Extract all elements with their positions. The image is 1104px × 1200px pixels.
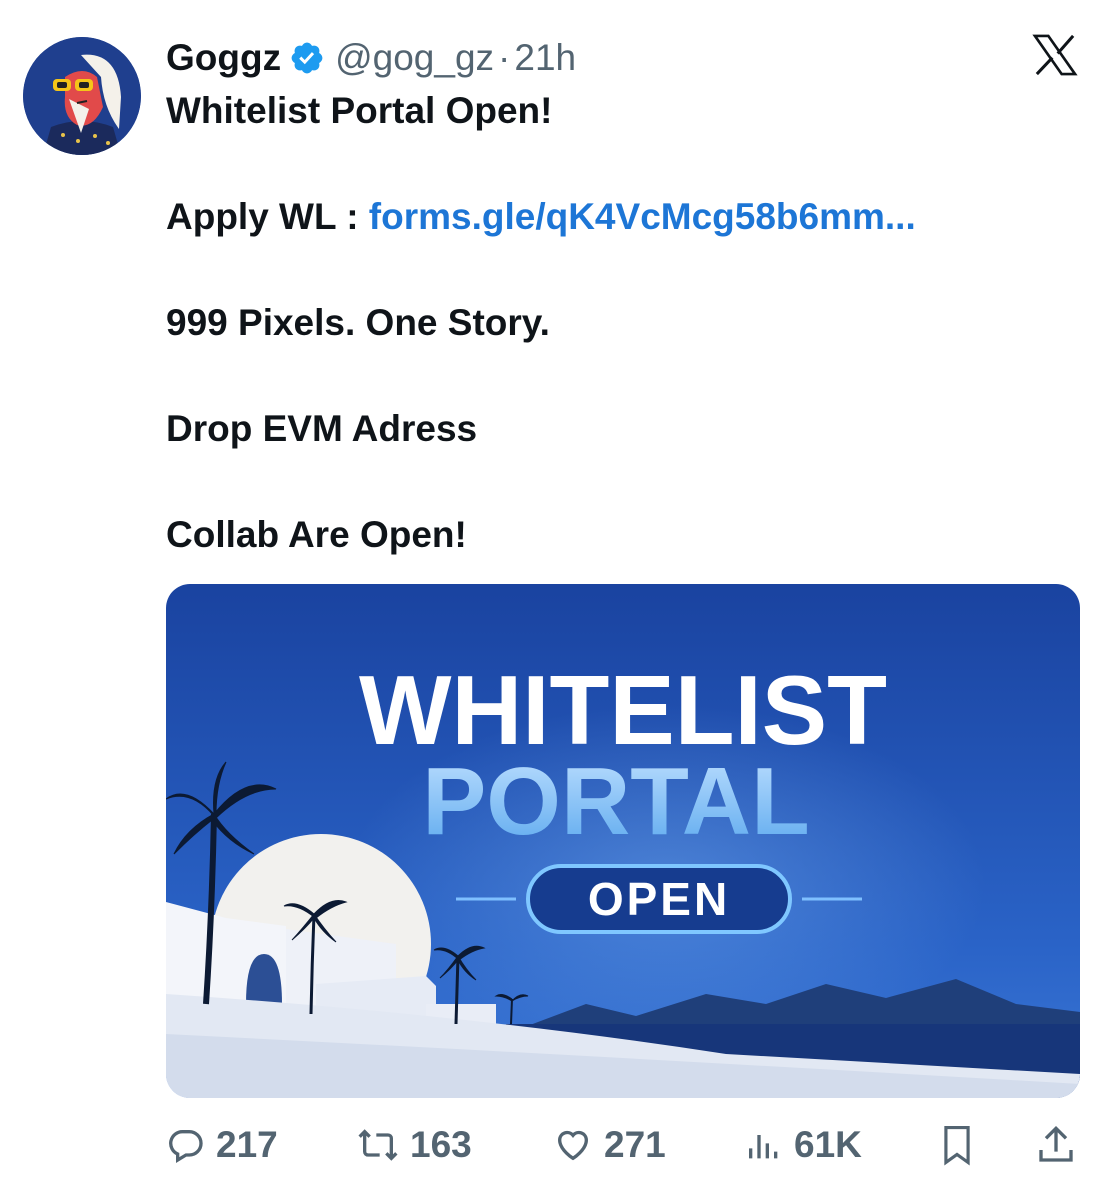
banner-title-line2: PORTAL	[422, 748, 810, 855]
reply-count: 217	[216, 1124, 278, 1165]
verified-badge-icon	[291, 42, 323, 74]
tweet-action-bar: 217 163 271 61K	[0, 1118, 1104, 1172]
like-count: 271	[604, 1124, 666, 1165]
like-button[interactable]: 271	[552, 1118, 666, 1172]
heart-icon	[557, 1130, 589, 1161]
share-icon	[1039, 1125, 1073, 1162]
views-button[interactable]: 61K	[744, 1118, 862, 1172]
separator-dot: ·	[498, 37, 511, 78]
bookmark-icon	[944, 1126, 970, 1166]
timestamp[interactable]: 21h	[514, 37, 576, 79]
tweet-media-image[interactable]: WHITELIST PORTAL OPEN	[166, 584, 1080, 1098]
views-icon	[749, 1135, 778, 1159]
x-logo-icon[interactable]	[1032, 34, 1078, 76]
tweet-line-3: 999 Pixels. One Story.	[166, 302, 550, 343]
reply-icon	[169, 1129, 203, 1163]
avatar[interactable]	[23, 37, 141, 155]
share-button[interactable]	[1036, 1118, 1076, 1172]
apply-link[interactable]: forms.gle/qK4VcMcg58b6mm...	[369, 196, 916, 237]
tweet-line-4: Drop EVM Adress	[166, 408, 478, 449]
whitelist-banner: WHITELIST PORTAL OPEN	[166, 584, 1080, 1098]
open-badge-label: OPEN	[588, 873, 730, 925]
author-handle[interactable]: @gog_gz	[335, 37, 494, 79]
apply-label: Apply WL :	[166, 196, 369, 237]
tweet-line-5: Collab Are Open!	[166, 514, 467, 555]
repost-count: 163	[410, 1124, 472, 1165]
tweet-header: Goggz @gog_gz · 21h	[166, 36, 576, 80]
reply-button[interactable]: 217	[166, 1118, 278, 1172]
author-name[interactable]: Goggz	[166, 37, 281, 79]
tweet-line-apply: Apply WL : forms.gle/qK4VcMcg58b6mm...	[166, 196, 916, 238]
views-count: 61K	[794, 1124, 862, 1165]
repost-icon	[358, 1129, 398, 1161]
avatar-image	[23, 37, 141, 155]
repost-button[interactable]: 163	[356, 1118, 472, 1172]
bookmark-button[interactable]	[938, 1118, 976, 1172]
tweet-line-1: Whitelist Portal Open!	[166, 90, 553, 131]
